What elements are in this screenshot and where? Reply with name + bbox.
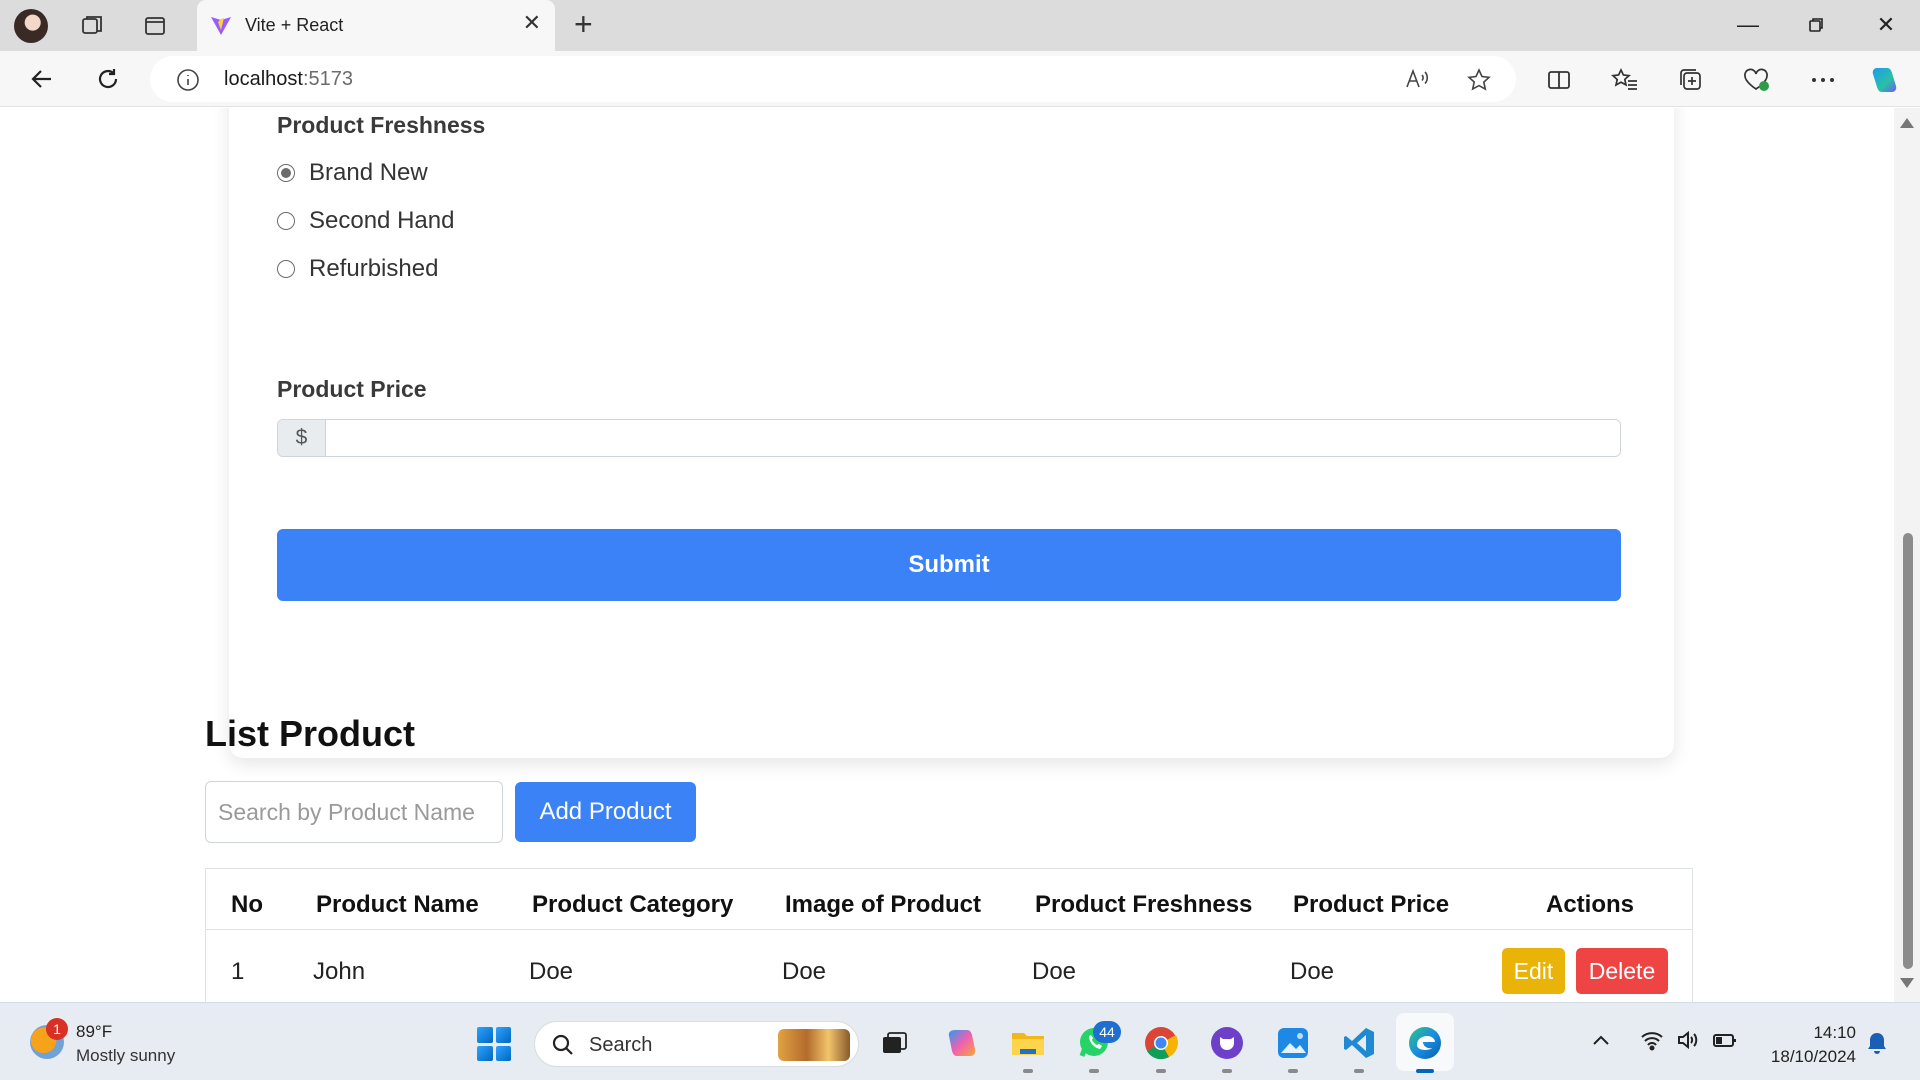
url-field[interactable]: localhost:5173 [150, 56, 1516, 102]
column-header-product-price: Product Price [1293, 891, 1450, 918]
battery-icon[interactable] [1712, 1029, 1738, 1056]
currency-prefix: $ [278, 420, 326, 456]
photos-app-icon[interactable] [1273, 1023, 1313, 1073]
running-indicator [1089, 1069, 1099, 1073]
browser-essentials-icon[interactable] [1740, 63, 1774, 97]
tab-actions-icon[interactable] [140, 11, 170, 41]
scroll-down-icon[interactable] [1900, 978, 1914, 988]
radio-brand-new[interactable]: Brand New [277, 159, 428, 187]
cell-image-of-product: Doe [782, 958, 827, 985]
submit-button[interactable]: Submit [277, 529, 1621, 601]
search-input[interactable] [205, 781, 503, 843]
delete-button[interactable]: Delete [1576, 948, 1668, 994]
column-header-actions: Actions [1546, 891, 1635, 918]
tab-title: Vite + React [245, 15, 344, 35]
cell-product-name: John [313, 958, 366, 985]
radio-label: Second Hand [309, 207, 455, 234]
windows-taskbar: 1 89°F Mostly sunny Search 44 14:10 18/1… [0, 1002, 1920, 1080]
tab-vite-react[interactable]: Vite + React ✕ [197, 0, 555, 51]
wifi-icon[interactable] [1640, 1029, 1664, 1056]
edge-icon[interactable] [1405, 1023, 1445, 1073]
workspaces-icon[interactable] [78, 11, 108, 41]
collections-icon[interactable] [1674, 63, 1708, 97]
clock-time[interactable]: 14:10 [1776, 1023, 1856, 1043]
github-desktop-icon[interactable] [1207, 1023, 1247, 1073]
copilot-app-icon[interactable] [942, 1023, 982, 1063]
whatsapp-badge: 44 [1093, 1021, 1121, 1043]
back-icon[interactable] [24, 61, 60, 97]
weather-badge: 1 [46, 1018, 68, 1040]
cell-no: 1 [231, 958, 245, 985]
close-tab-icon[interactable]: ✕ [523, 12, 541, 34]
address-bar: localhost:5173 [0, 51, 1920, 107]
browser-tab-bar: Vite + React ✕ + — ✕ [0, 0, 1920, 51]
radio-refurbished[interactable]: Refurbished [277, 255, 438, 283]
taskbar-search[interactable]: Search [534, 1021, 859, 1067]
minimize-icon[interactable]: — [1728, 10, 1768, 40]
radio-second-hand[interactable]: Second Hand [277, 207, 454, 235]
radio-button[interactable] [277, 164, 295, 182]
price-input-group: $ [277, 419, 1621, 457]
freshness-label: Product Freshness [277, 112, 486, 138]
copilot-icon[interactable] [1868, 63, 1902, 97]
running-indicator [1354, 1069, 1364, 1073]
site-info-icon[interactable] [176, 68, 200, 97]
column-header-no: No [231, 891, 263, 918]
running-indicator [1288, 1069, 1298, 1073]
scrollbar-thumb[interactable] [1903, 533, 1913, 969]
file-explorer-icon[interactable] [1008, 1023, 1048, 1073]
add-product-button[interactable]: Add Product [515, 782, 696, 842]
chrome-icon[interactable] [1141, 1023, 1181, 1073]
favorites-icon[interactable] [1608, 63, 1642, 97]
task-view-icon[interactable] [874, 1023, 914, 1063]
new-tab-icon[interactable]: + [574, 8, 593, 40]
scroll-up-icon[interactable] [1900, 118, 1914, 128]
weather-description[interactable]: Mostly sunny [76, 1046, 175, 1066]
running-indicator [1156, 1069, 1166, 1073]
active-indicator [1416, 1069, 1434, 1073]
header-divider [206, 929, 1692, 930]
page-scrollbar[interactable] [1894, 108, 1920, 1002]
cell-product-freshness: Doe [1032, 958, 1077, 985]
column-header-image-of-product: Image of Product [785, 891, 982, 918]
restore-icon[interactable] [1796, 10, 1836, 40]
column-header-product-freshness: Product Freshness [1035, 891, 1253, 918]
running-indicator [1023, 1069, 1033, 1073]
radio-button[interactable] [277, 212, 295, 230]
list-title: List Product [205, 713, 416, 754]
notification-bell-icon[interactable] [1866, 1031, 1888, 1060]
clock-date[interactable]: 18/10/2024 [1760, 1047, 1856, 1067]
show-hidden-icons-chevron-icon[interactable] [1592, 1033, 1610, 1051]
column-header-product-name: Product Name [316, 891, 479, 918]
taskbar-search-text: Search [589, 1034, 653, 1056]
running-indicator [1222, 1069, 1232, 1073]
vscode-icon[interactable] [1339, 1023, 1379, 1073]
product-table: No Product Name Product Category Image o… [205, 868, 1693, 1002]
split-screen-icon[interactable] [1542, 63, 1576, 97]
cell-product-price: Doe [1290, 958, 1335, 985]
url-text: localhost:5173 [224, 68, 353, 90]
start-windows-icon[interactable] [477, 1027, 511, 1061]
search-icon [551, 1033, 575, 1062]
search-highlight-image [778, 1029, 850, 1061]
refresh-icon[interactable] [90, 61, 126, 97]
radio-button[interactable] [277, 260, 295, 278]
page-viewport: Product Freshness Brand New Second Hand … [6, 108, 1894, 1002]
weather-temperature[interactable]: 89°F [76, 1022, 112, 1042]
read-aloud-icon[interactable] [1404, 67, 1430, 96]
profile-avatar[interactable] [14, 9, 48, 43]
price-label: Product Price [277, 376, 427, 402]
column-header-product-category: Product Category [532, 891, 734, 918]
radio-label: Refurbished [309, 255, 439, 282]
close-window-icon[interactable]: ✕ [1866, 10, 1906, 40]
vite-logo-icon [209, 14, 233, 43]
price-input[interactable] [326, 420, 1620, 456]
edit-button[interactable]: Edit [1502, 948, 1565, 994]
radio-label: Brand New [309, 159, 428, 186]
favorite-star-icon[interactable] [1466, 67, 1492, 98]
cell-product-category: Doe [529, 958, 574, 985]
volume-icon[interactable] [1676, 1029, 1700, 1056]
more-options-icon[interactable] [1806, 63, 1840, 97]
